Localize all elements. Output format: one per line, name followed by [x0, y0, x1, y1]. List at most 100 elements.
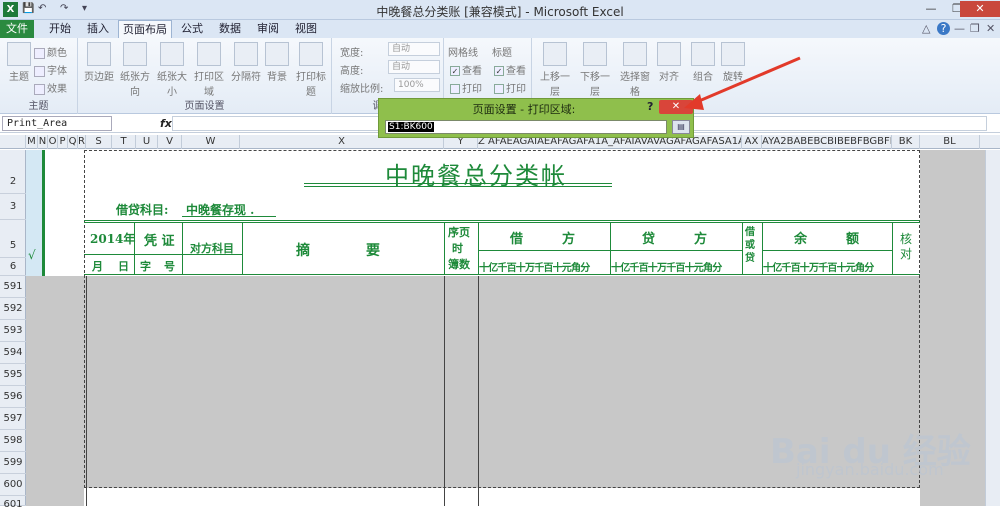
align-button[interactable]: 对齐	[650, 42, 688, 83]
header-day: 日	[118, 260, 129, 273]
dialog-close-button[interactable]: ✕	[659, 100, 693, 114]
row-header[interactable]: 5	[0, 220, 26, 258]
row-headers: 2 3 5 6 591 592 593 594 595 596 597 598 …	[0, 150, 26, 510]
row-header[interactable]: 2	[0, 150, 26, 194]
column-header[interactable]: AYA2BABEBCBIBEBFBGBFBIB_	[762, 135, 892, 149]
align-icon	[657, 42, 681, 66]
row-header[interactable]: 593	[0, 320, 26, 342]
orientation-button[interactable]: 纸张方向	[116, 42, 154, 98]
margins-icon	[87, 42, 111, 66]
column-header[interactable]: T	[112, 135, 136, 149]
tab-review[interactable]: 审阅	[250, 20, 286, 38]
group-themes: 主题 颜色 字体 效果 主题	[0, 38, 78, 114]
column-header[interactable]: W	[182, 135, 240, 149]
header-seq-book: 簿数	[448, 258, 470, 271]
help-icon[interactable]: ?	[937, 22, 950, 35]
fonts-button[interactable]: 字体	[34, 62, 67, 77]
row-header[interactable]: 598	[0, 430, 26, 452]
column-header[interactable]: V	[158, 135, 182, 149]
rotate-button[interactable]: 旋转	[714, 42, 752, 83]
tab-formulas[interactable]: 公式	[174, 20, 210, 38]
row-header[interactable]: 591	[0, 276, 26, 298]
size-button[interactable]: 纸张大小	[153, 42, 191, 98]
margins-button[interactable]: 页边距	[80, 42, 118, 83]
group-label-themes: 主题	[28, 101, 49, 112]
column-header[interactable]: BL	[920, 135, 980, 149]
tab-page-layout[interactable]: 页面布局	[118, 20, 172, 39]
table-top-border	[84, 220, 920, 221]
tab-home[interactable]: 开始	[40, 20, 80, 38]
gridlines-view-checkbox[interactable]: ✓ 查看	[450, 62, 482, 77]
column-header[interactable]: M	[26, 135, 38, 149]
workbook-minimize-icon[interactable]: —	[954, 22, 965, 35]
credit-digits: 十亿千百十万千百十元角分	[611, 263, 722, 274]
grey-left-area	[26, 276, 84, 506]
close-window-button[interactable]: ✕	[960, 1, 1000, 17]
header-hao: 号	[164, 260, 175, 273]
expand-dialog-icon[interactable]: ▤	[672, 120, 690, 134]
col-rule	[742, 222, 743, 274]
tab-data[interactable]: 数据	[212, 20, 248, 38]
height-combo[interactable]: 自动	[388, 60, 440, 74]
column-header[interactable]: P	[58, 135, 68, 149]
gridlines-print-checkbox[interactable]: 打印	[450, 80, 482, 95]
headings-label: 标题	[492, 48, 512, 59]
ribbon-collapse-icon[interactable]: △	[922, 22, 930, 35]
headings-view-checkbox[interactable]: ✓ 查看	[494, 62, 526, 77]
column-header[interactable]: N	[38, 135, 48, 149]
column-header[interactable]: S	[86, 135, 112, 149]
column-header[interactable]: Q	[68, 135, 78, 149]
column-header[interactable]: O	[48, 135, 58, 149]
vertical-scrollbar[interactable]	[985, 150, 1000, 506]
title-bar: X 💾 ↶ ↷ ▾ 中晚餐总分类账 [兼容模式] - Microsoft Exc…	[0, 0, 1000, 20]
background-button[interactable]: 背景	[258, 42, 296, 83]
header-balance: 余 额	[794, 232, 860, 247]
print-titles-button[interactable]: 打印标题	[292, 42, 330, 98]
column-header[interactable]: AX	[742, 135, 762, 149]
frozen-pane-divider	[42, 150, 45, 276]
workbook-restore-icon[interactable]: ❐	[970, 22, 980, 35]
print-area-button[interactable]: 打印区域	[190, 42, 228, 98]
effects-button[interactable]: 效果	[34, 80, 67, 95]
scale-spinner[interactable]: 100%	[394, 78, 440, 92]
table-top-border	[84, 222, 920, 223]
vertical-rule	[478, 276, 479, 506]
print-area-input[interactable]: S1:BK600	[385, 120, 667, 134]
tab-file[interactable]: 文件	[0, 20, 34, 38]
ribbon-tabs: 文件 开始 插入 页面布局 公式 数据 审阅 视图 △ ? — ❐ ✕	[0, 20, 1000, 39]
tab-view[interactable]: 视图	[288, 20, 324, 38]
header-credit: 贷 方	[642, 232, 708, 247]
themes-icon	[7, 42, 31, 66]
headings-print-checkbox[interactable]: 打印	[494, 80, 526, 95]
row-header[interactable]: 596	[0, 386, 26, 408]
watermark-url: jingyan.baidu.com	[796, 460, 944, 479]
column-header[interactable]: R	[78, 135, 86, 149]
row-header[interactable]: 601	[0, 496, 26, 510]
column-header[interactable]: U	[136, 135, 158, 149]
header-year: 2014年	[90, 232, 136, 246]
row-header[interactable]: 600	[0, 474, 26, 496]
row-header[interactable]: 594	[0, 342, 26, 364]
selection-pane-button[interactable]: 选择窗格	[616, 42, 654, 98]
row-header[interactable]: 597	[0, 408, 26, 430]
row-header[interactable]: 599	[0, 452, 26, 474]
row-header[interactable]: 6	[0, 258, 26, 276]
send-backward-button[interactable]: 下移一层	[576, 42, 614, 98]
header-divider	[762, 250, 892, 251]
bring-forward-button[interactable]: 上移一层	[536, 42, 574, 98]
width-combo[interactable]: 自动	[388, 42, 440, 56]
select-all-corner[interactable]	[0, 135, 26, 149]
row-header[interactable]: 595	[0, 364, 26, 386]
name-box[interactable]: Print_Area	[2, 116, 112, 131]
row-header[interactable]: 592	[0, 298, 26, 320]
row-header[interactable]: 3	[0, 194, 26, 220]
workbook-close-icon[interactable]: ✕	[986, 22, 995, 35]
minimize-button[interactable]: —	[918, 1, 944, 17]
tab-insert[interactable]: 插入	[80, 20, 116, 38]
colors-button[interactable]: 颜色	[34, 44, 67, 59]
themes-button[interactable]: 主题	[0, 42, 38, 83]
column-header[interactable]: BK	[892, 135, 920, 149]
fx-icon[interactable]: fx	[160, 117, 172, 130]
dialog-help-icon[interactable]: ?	[647, 100, 653, 113]
width-label: 宽度:	[340, 48, 364, 59]
